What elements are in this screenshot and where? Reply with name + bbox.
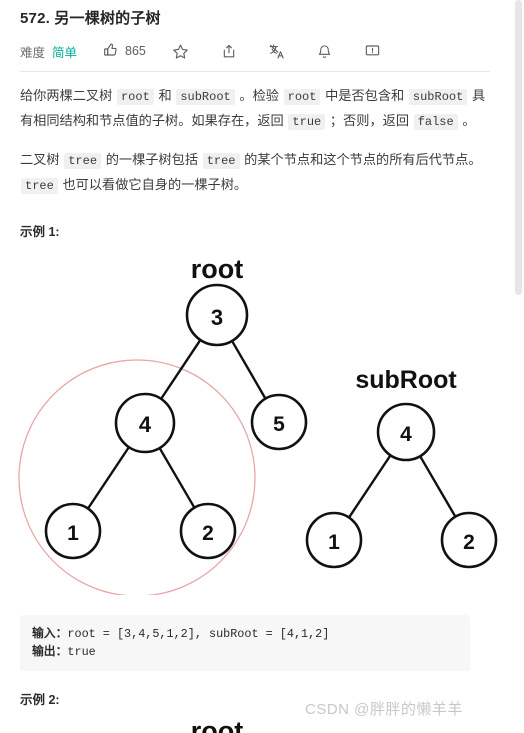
tree-node-value: 1	[67, 522, 79, 545]
desc-text: 也可以看做它自身的一棵子树。	[58, 177, 248, 192]
translate-icon[interactable]	[268, 42, 286, 60]
code-text: 输入：root = [3,4,5,1,2], subRoot = [4,1,2]…	[32, 625, 458, 661]
scrollbar-thumb[interactable]	[515, 0, 522, 295]
share-icon[interactable]	[220, 42, 238, 60]
code-chip-true: true	[288, 114, 326, 130]
tree-node-value: 4	[139, 412, 152, 437]
example-2-heading: 示例 2:	[20, 693, 60, 707]
example-1-heading: 示例 1:	[20, 225, 60, 239]
tree-node-value: 2	[463, 531, 475, 554]
code-chip-root: root	[116, 89, 154, 105]
example-1-figure: root subRoot 3 4 5 1 2 4 1 2	[0, 240, 512, 595]
tree-node: 2	[179, 502, 237, 560]
output-value: true	[67, 645, 96, 659]
input-value: root = [3,4,5,1,2], subRoot = [4,1,2]	[67, 627, 330, 641]
input-label: 输入：	[32, 627, 68, 641]
tree-node: 4	[114, 392, 176, 454]
desc-text: 。检验	[235, 88, 283, 103]
thumbs-up-icon	[103, 41, 119, 62]
comment-icon[interactable]	[364, 42, 382, 60]
bell-icon[interactable]	[316, 42, 334, 60]
subroot-tree-label: subRoot	[355, 366, 457, 394]
code-chip-tree: tree	[202, 153, 240, 169]
description-paragraph-1: 给你两棵二叉树 root 和 subRoot 。检验 root 中是否包含和 s…	[20, 84, 492, 134]
action-icon-bar: 865	[103, 41, 382, 62]
tree-node: 1	[44, 502, 102, 560]
subroot-tree-edges	[347, 454, 457, 519]
desc-text: 的一棵子树包括	[102, 152, 202, 167]
header-divider	[20, 71, 490, 72]
page-title: 572. 另一棵树的子树	[20, 10, 161, 27]
tree-node-value: 1	[328, 531, 340, 554]
binary-tree-diagram: root subRoot 3 4 5 1 2 4 1 2	[18, 254, 498, 595]
problem-page: 572. 另一棵树的子树 难度 简单 865 给你两棵二叉树 root 和 su…	[0, 0, 524, 733]
code-chip-tree: tree	[21, 178, 58, 194]
desc-text: 给你两棵二叉树	[20, 88, 116, 103]
subroot-tree-nodes: 4 1 2	[305, 402, 498, 569]
problem-description: 给你两棵二叉树 root 和 subRoot 。检验 root 中是否包含和 s…	[20, 84, 492, 198]
code-chip-root: root	[283, 89, 321, 105]
output-label: 输出：	[32, 645, 68, 659]
difficulty-label: 难度	[20, 45, 46, 60]
problem-meta-row: 难度 简单 865	[20, 40, 382, 62]
code-chip-false: false	[413, 114, 458, 130]
code-chip-subroot: subRoot	[408, 89, 468, 105]
desc-text: 。	[458, 113, 476, 128]
tree-node: 5	[250, 393, 308, 451]
desc-text: 二叉树	[20, 152, 64, 167]
csdn-watermark: CSDN @胖胖的懒羊羊	[305, 701, 463, 718]
like-button[interactable]: 865	[103, 41, 146, 62]
root-tree-label: root	[191, 254, 243, 284]
desc-text: 和	[154, 88, 176, 103]
desc-text: 的某个节点和这个节点的所有后代节点。	[240, 152, 482, 167]
tree-node: 4	[376, 402, 436, 462]
tree-node: 3	[185, 283, 249, 347]
root-tree-edges	[86, 338, 267, 510]
desc-text: ；否则，返回	[326, 113, 413, 128]
code-chip-subroot: subRoot	[176, 89, 235, 105]
example-1-code-block: 输入：root = [3,4,5,1,2], subRoot = [4,1,2]…	[20, 615, 470, 671]
tree-node: 2	[440, 511, 498, 569]
tree-node-value: 2	[202, 522, 214, 545]
tree-node-value: 5	[273, 413, 285, 436]
desc-text: 中是否包含和	[321, 88, 408, 103]
difficulty-badge[interactable]: 简单	[52, 42, 77, 61]
root-tree-nodes: 3 4 5 1 2	[44, 283, 308, 560]
tree-node: 1	[305, 511, 363, 569]
description-paragraph-2: 二叉树 tree 的一棵子树包括 tree 的某个节点和这个节点的所有后代节点。…	[20, 148, 492, 198]
scrollbar-track[interactable]	[515, 0, 524, 733]
code-chip-tree: tree	[64, 153, 102, 169]
root-tree-label-partial: root	[191, 716, 243, 733]
tree-node-value: 3	[211, 305, 223, 330]
like-count: 865	[125, 44, 146, 58]
star-icon[interactable]	[172, 42, 190, 60]
tree-node-value: 4	[400, 423, 412, 446]
